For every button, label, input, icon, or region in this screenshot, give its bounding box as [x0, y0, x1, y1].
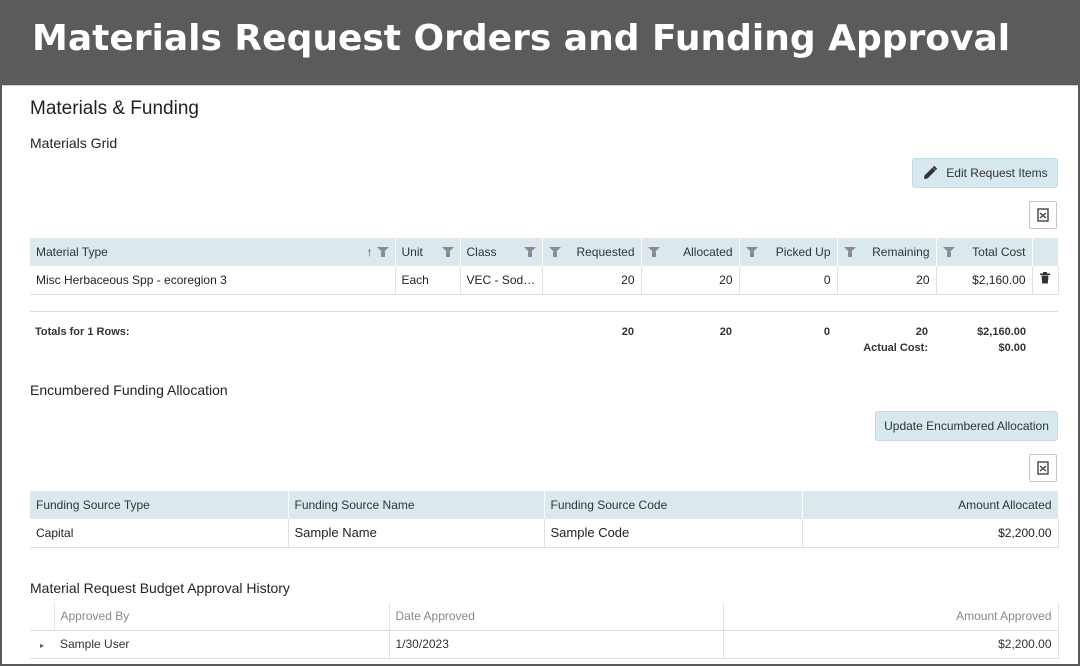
export-materials-button[interactable] — [1029, 201, 1057, 229]
cell-amount-allocated: $2,200.00 — [802, 519, 1059, 548]
cell-remaining: 20 — [837, 266, 937, 295]
edit-request-items-label: Edit Request Items — [946, 166, 1048, 180]
trash-icon[interactable] — [1039, 272, 1051, 284]
history-table: Approved By Date Approved Amount Approve… — [30, 602, 1059, 659]
delete-cell — [1032, 266, 1059, 295]
col-total-cost[interactable]: Total Cost — [936, 238, 1033, 266]
table-row[interactable]: Misc Herbaceous Spp - ecoregion 3 Each V… — [30, 266, 1059, 295]
actual-cost-value: $0.00 — [998, 342, 1026, 354]
filter-icon[interactable] — [376, 246, 389, 258]
cell-approved-by: Sample User — [54, 630, 390, 659]
col-date-approved[interactable]: Date Approved — [389, 602, 724, 631]
cell-funding-type: Capital — [30, 519, 289, 548]
funding-label: Encumbered Funding Allocation — [30, 382, 228, 398]
col-approved-by[interactable]: Approved By — [54, 602, 390, 631]
cell-date-approved: 1/30/2023 — [389, 630, 724, 659]
cell-funding-name: Sample Name — [288, 519, 545, 548]
col-material-type[interactable]: Material Type ↑ — [30, 238, 396, 266]
col-allocated[interactable]: Allocated — [641, 238, 740, 266]
cell-class: VEC - Sod ... — [460, 266, 543, 295]
col-class[interactable]: Class — [460, 238, 543, 266]
edit-request-items-button[interactable]: Edit Request Items — [912, 158, 1058, 188]
filter-icon[interactable] — [647, 246, 660, 258]
export-funding-button[interactable] — [1029, 454, 1057, 482]
funding-header-row: Funding Source Type Funding Source Name … — [30, 491, 1059, 519]
totals-picked-up: 0 — [823, 326, 830, 338]
totals-divider — [30, 311, 1058, 312]
col-unit[interactable]: Unit — [395, 238, 461, 266]
materials-header-row: Material Type ↑ Unit Class Requested Allo… — [30, 238, 1059, 266]
banner-title: Materials Request Orders and Funding App… — [32, 18, 1011, 59]
col-remaining[interactable]: Remaining — [837, 238, 937, 266]
materials-table: Material Type ↑ Unit Class Requested Allo… — [30, 238, 1059, 295]
history-header-row: Approved By Date Approved Amount Approve… — [30, 602, 1059, 631]
filter-icon[interactable] — [523, 246, 536, 258]
filter-icon[interactable] — [745, 246, 758, 258]
col-amount-approved[interactable]: Amount Approved — [723, 602, 1059, 631]
cell-picked-up: 0 — [739, 266, 838, 295]
cell-total-cost: $2,160.00 — [936, 266, 1033, 295]
history-label: Material Request Budget Approval History — [30, 580, 290, 596]
excel-export-icon — [1037, 461, 1049, 475]
filter-icon[interactable] — [843, 246, 856, 258]
col-picked-up[interactable]: Picked Up — [739, 238, 838, 266]
banner: Materials Request Orders and Funding App… — [0, 0, 1080, 84]
filter-icon[interactable] — [942, 246, 955, 258]
cell-amount-approved: $2,200.00 — [723, 630, 1059, 659]
table-row[interactable]: ▸ Sample User 1/30/2023 $2,200.00 — [30, 630, 1059, 659]
col-expand — [30, 602, 55, 631]
cell-requested: 20 — [542, 266, 642, 295]
materials-grid-label: Materials Grid — [30, 135, 118, 151]
col-amount-allocated[interactable]: Amount Allocated — [802, 491, 1059, 519]
update-encumbered-allocation-button[interactable]: Update Encumbered Allocation — [875, 411, 1058, 441]
section-title: Materials & Funding — [30, 98, 199, 119]
filter-icon[interactable] — [441, 246, 454, 258]
totals-allocated: 20 — [719, 326, 732, 338]
filter-icon[interactable] — [548, 246, 561, 258]
col-funding-source-type[interactable]: Funding Source Type — [30, 491, 289, 519]
expand-caret-icon[interactable]: ▸ — [40, 641, 44, 650]
totals-label: Totals for 1 Rows: — [35, 326, 130, 338]
actual-cost-label: Actual Cost: — [863, 342, 928, 354]
materials-funding-panel: Materials & Funding Materials Grid Edit … — [2, 85, 1078, 664]
cell-allocated: 20 — [641, 266, 740, 295]
cell-funding-code: Sample Code — [544, 519, 803, 548]
funding-table: Funding Source Type Funding Source Name … — [30, 491, 1059, 548]
col-actions — [1032, 238, 1059, 266]
table-row[interactable]: Capital Sample Name Sample Code $2,200.0… — [30, 519, 1059, 548]
col-requested[interactable]: Requested — [542, 238, 642, 266]
cell-unit: Each — [395, 266, 461, 295]
expand-cell: ▸ — [30, 630, 54, 659]
col-funding-source-name[interactable]: Funding Source Name — [288, 491, 545, 519]
col-funding-source-code[interactable]: Funding Source Code — [544, 491, 803, 519]
totals-remaining: 20 — [915, 326, 928, 338]
update-encumbered-allocation-label: Update Encumbered Allocation — [884, 419, 1049, 433]
totals-requested: 20 — [621, 326, 634, 338]
pencil-icon — [924, 165, 938, 179]
sort-arrow-icon: ↑ — [366, 245, 373, 259]
totals-total-cost: $2,160.00 — [977, 326, 1026, 338]
excel-export-icon — [1037, 208, 1049, 222]
cell-material-type: Misc Herbaceous Spp - ecoregion 3 — [30, 266, 396, 295]
